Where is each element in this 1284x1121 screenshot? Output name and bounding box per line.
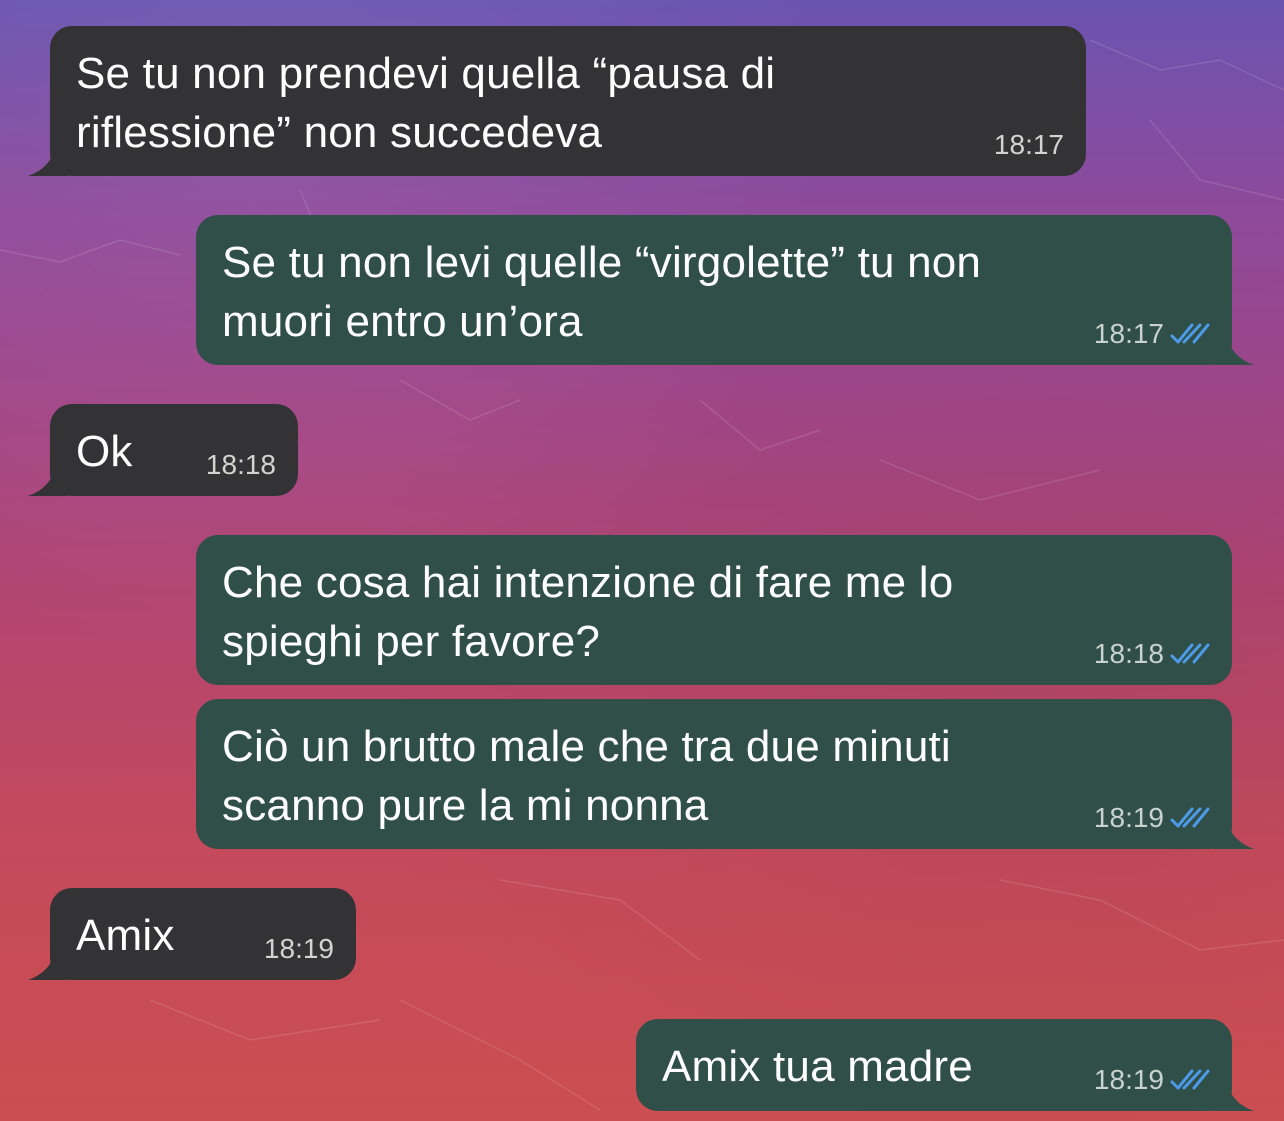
message-bubble-outgoing[interactable]: Amix tua madre 18:19	[636, 1019, 1254, 1111]
message-bubble-outgoing[interactable]: Che cosa hai intenzione di fare me lo sp…	[196, 535, 1232, 685]
message-meta: 18:19	[1094, 1065, 1210, 1095]
message-time: 18:18	[205, 449, 276, 480]
message-bubble-outgoing[interactable]: Ciò un brutto male che tra due minuti sc…	[196, 699, 1254, 849]
bubble-tail	[28, 940, 68, 980]
double-check-read-icon	[1170, 643, 1210, 664]
bubble-tail	[1214, 1071, 1254, 1111]
message-bubble-incoming[interactable]: Amix 18:19	[28, 888, 356, 980]
message-text: Se tu non prendevi quella “pausa di rifl…	[76, 49, 776, 157]
bubble-tail	[1214, 325, 1254, 365]
message-text: Ok	[76, 427, 133, 476]
message-text: Ciò un brutto male che tra due minuti sc…	[222, 722, 951, 830]
message-meta: 18:19	[1094, 803, 1210, 833]
message-time: 18:19	[263, 933, 334, 964]
message-time: 18:19	[1093, 1064, 1164, 1095]
message-time: 18:17	[993, 129, 1064, 160]
message-meta: 18:17	[1094, 319, 1210, 349]
message-bubble-incoming[interactable]: Ok 18:18	[28, 404, 298, 496]
message-bubble-incoming[interactable]: Se tu non prendevi quella “pausa di rifl…	[28, 26, 1086, 176]
message-meta: 18:17	[994, 130, 1064, 160]
message-bubble-outgoing[interactable]: Se tu non levi quelle “virgolette” tu no…	[196, 215, 1254, 365]
chat-thread: Se tu non prendevi quella “pausa di rifl…	[0, 0, 1284, 1121]
message-meta: 18:18	[206, 450, 276, 480]
message-text: Se tu non levi quelle “virgolette” tu no…	[222, 238, 982, 346]
message-text: Amix	[76, 911, 175, 960]
message-meta: 18:19	[264, 934, 334, 964]
message-time: 18:18	[1093, 638, 1164, 669]
double-check-read-icon	[1170, 323, 1210, 344]
bubble-tail	[28, 456, 68, 496]
bubble-tail	[1214, 809, 1254, 849]
message-text: Amix tua madre	[662, 1042, 973, 1091]
bubble-tail	[28, 136, 68, 176]
double-check-read-icon	[1170, 1069, 1210, 1090]
message-meta: 18:18	[1094, 639, 1210, 669]
message-text: Che cosa hai intenzione di fare me lo sp…	[222, 558, 954, 666]
double-check-read-icon	[1170, 807, 1210, 828]
message-time: 18:19	[1093, 802, 1164, 833]
message-time: 18:17	[1093, 318, 1164, 349]
